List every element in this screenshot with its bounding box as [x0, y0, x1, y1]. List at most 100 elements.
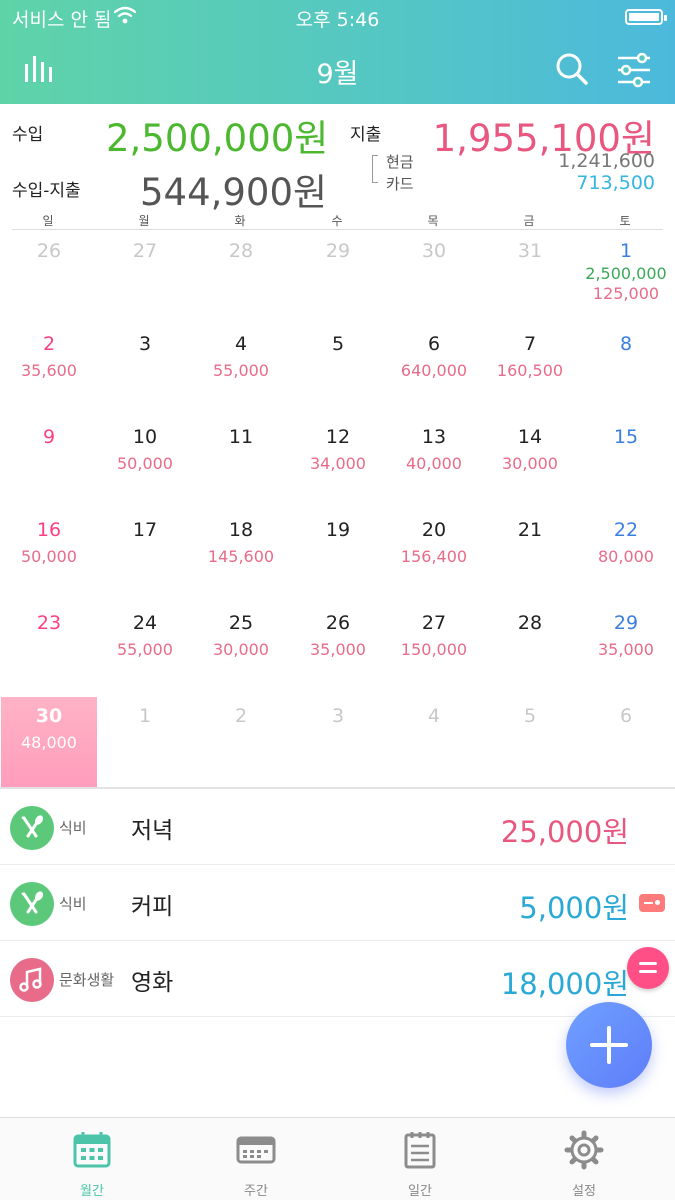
calendar-day-cell[interactable]: 7 160,500	[482, 325, 578, 417]
weekday-label: 금	[523, 214, 535, 228]
gear-icon	[564, 1130, 604, 1170]
calendar-day-cell[interactable]: 17	[97, 511, 193, 603]
day-number: 24	[132, 612, 158, 634]
calendar-day-cell[interactable]: 9	[1, 418, 97, 510]
balance-label: 수입-지출	[12, 181, 81, 201]
day-expense: 55,000	[117, 640, 173, 659]
calendar-day-cell[interactable]: 8	[578, 325, 674, 417]
add-transaction-button[interactable]	[566, 1002, 652, 1088]
tab-label: 주간	[244, 1184, 268, 1199]
fork-knife-icon	[10, 806, 54, 850]
transaction-row[interactable]: 식비 커피 5,000원	[0, 865, 675, 941]
calendar-day-cell[interactable]: 19	[290, 511, 386, 603]
day-expense: 55,000	[213, 361, 269, 380]
calendar-day-cell[interactable]: 29 35,000	[578, 604, 674, 696]
weekday-label: 화	[234, 214, 246, 228]
calendar-day-cell[interactable]: 10 50,000	[97, 418, 193, 510]
search-icon[interactable]	[553, 50, 593, 90]
day-number: 1	[138, 705, 152, 727]
calendar-day-cell[interactable]: 3	[290, 697, 386, 789]
tab-calendar-week[interactable]: 주간	[174, 1118, 338, 1200]
status-bar: 서비스 안 됨 오후 5:46	[0, 0, 675, 34]
day-number: 16	[36, 519, 62, 541]
calendar-day-cell[interactable]: 23	[1, 604, 97, 696]
category-label: 문화생활	[59, 971, 115, 989]
calendar-week-icon	[236, 1136, 276, 1164]
calendar-day-cell[interactable]: 24 55,000	[97, 604, 193, 696]
calendar-day-cell[interactable]: 27 150,000	[386, 604, 482, 696]
day-number: 26	[36, 240, 62, 262]
calendar-day-cell[interactable]: 18 145,600	[193, 511, 289, 603]
calendar-month-icon	[73, 1132, 111, 1168]
day-number: 28	[228, 240, 254, 262]
tab-notepad[interactable]: 일간	[338, 1118, 502, 1200]
cash-value: 1,241,600	[558, 150, 655, 172]
memo-button[interactable]	[627, 947, 669, 989]
calendar-day-cell[interactable]: 3	[97, 325, 193, 417]
tab-bar: 월간 주간 일간 설정	[0, 1117, 675, 1200]
calendar-day-cell[interactable]: 16 50,000	[1, 511, 97, 603]
transaction-row[interactable]: 문화생활 영화 18,000원	[0, 941, 675, 1017]
transaction-row[interactable]: 식비 저녁 25,000원	[0, 789, 675, 865]
tab-calendar-month[interactable]: 월간	[10, 1118, 174, 1200]
calendar-day-cell[interactable]: 4 55,000	[193, 325, 289, 417]
calendar-day-cell[interactable]: 20 156,400	[386, 511, 482, 603]
app-header: 서비스 안 됨 오후 5:46 9월	[0, 0, 675, 104]
tab-label: 월간	[80, 1184, 104, 1199]
day-expense: 48,000	[21, 733, 77, 752]
day-number: 4	[234, 333, 248, 355]
calendar-day-cell[interactable]: 28	[482, 604, 578, 696]
day-number: 3	[138, 333, 152, 355]
calendar-day-cell[interactable]: 27	[97, 232, 193, 324]
calendar-day-cell[interactable]: 26 35,000	[290, 604, 386, 696]
monthly-summary: 수입 2,500,000원 지출 1,955,100원 수입-지출 544,90…	[0, 104, 675, 214]
month-calendar: 26 27 28 29 30 31 1 2,500,000 125,000 2 35,600 3 4 55…	[0, 232, 675, 789]
calendar-day-cell[interactable]: 29	[290, 232, 386, 324]
calendar-day-cell[interactable]: 4	[386, 697, 482, 789]
calendar-day-cell[interactable]: 6 640,000	[386, 325, 482, 417]
day-expense: 40,000	[406, 454, 462, 473]
calendar-day-cell[interactable]: 15	[578, 418, 674, 510]
day-number: 29	[613, 612, 639, 634]
calendar-day-cell[interactable]: 21	[482, 511, 578, 603]
category-label: 식비	[59, 819, 87, 837]
transaction-amount: 25,000원	[500, 815, 629, 849]
calendar-day-cell[interactable]: 1 2,500,000 125,000	[578, 232, 674, 324]
day-number: 9	[42, 426, 56, 448]
calendar-day-cell[interactable]: 2 35,600	[1, 325, 97, 417]
day-number: 30	[35, 705, 63, 727]
day-expense: 30,000	[213, 640, 269, 659]
music-note-icon	[10, 958, 54, 1002]
calendar-day-cell[interactable]: 14 30,000	[482, 418, 578, 510]
tab-gear[interactable]: 설정	[502, 1118, 666, 1200]
day-number: 12	[325, 426, 351, 448]
weekday-header: 일월화수목금토	[0, 208, 675, 230]
calendar-day-cell[interactable]: 5	[482, 697, 578, 789]
day-number: 31	[517, 240, 543, 262]
calendar-day-cell[interactable]: 25 30,000	[193, 604, 289, 696]
day-expense: 35,000	[598, 640, 654, 659]
day-expense: 150,000	[400, 640, 468, 659]
calendar-day-cell[interactable]: 22 80,000	[578, 511, 674, 603]
day-number: 8	[619, 333, 633, 355]
filter-sliders-icon[interactable]	[614, 50, 654, 90]
calendar-day-cell[interactable]: 26	[1, 232, 97, 324]
calendar-day-cell[interactable]: 11	[193, 418, 289, 510]
weekday-label: 목	[427, 214, 439, 228]
calendar-day-cell[interactable]: 30	[386, 232, 482, 324]
weekday-divider	[12, 229, 663, 230]
day-number: 15	[613, 426, 639, 448]
calendar-day-cell[interactable]: 2	[193, 697, 289, 789]
calendar-day-cell[interactable]: 12 34,000	[290, 418, 386, 510]
calendar-day-cell[interactable]: 5	[290, 325, 386, 417]
day-number: 4	[427, 705, 441, 727]
calendar-day-cell[interactable]: 31	[482, 232, 578, 324]
calendar-day-cell[interactable]: 6	[578, 697, 674, 789]
day-number: 18	[228, 519, 254, 541]
calendar-day-cell[interactable]: 30 48,000	[1, 697, 97, 789]
calendar-day-cell[interactable]: 1	[97, 697, 193, 789]
calendar-day-cell[interactable]: 13 40,000	[386, 418, 482, 510]
tab-label: 설정	[572, 1184, 596, 1199]
calendar-day-cell[interactable]: 28	[193, 232, 289, 324]
day-number: 11	[228, 426, 254, 448]
